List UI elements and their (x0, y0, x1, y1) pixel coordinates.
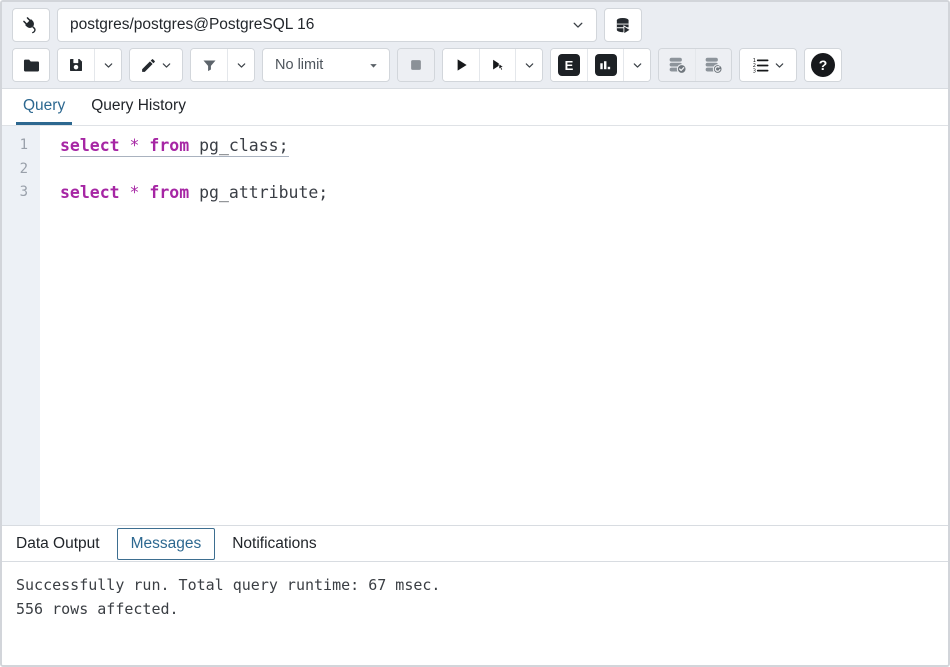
help-icon: ? (811, 53, 835, 77)
tab-messages[interactable]: Messages (117, 528, 216, 560)
cancel-query-button[interactable] (398, 49, 434, 81)
help-group: ? (804, 48, 842, 82)
row-limit-value: No limit (275, 57, 323, 73)
tab-query[interactable]: Query (16, 89, 72, 125)
help-button[interactable]: ? (805, 49, 841, 81)
execute-group (442, 48, 543, 82)
query-tool-header: postgres/postgres@PostgreSQL 16 (2, 2, 948, 89)
explain-group: E (550, 48, 651, 82)
filter-group (190, 48, 255, 82)
database-rollback-icon (703, 55, 724, 76)
query-tool-window: postgres/postgres@PostgreSQL 16 (0, 0, 950, 667)
execute-button[interactable] (443, 49, 479, 81)
execute-cursor-button[interactable] (479, 49, 515, 81)
save-group (57, 48, 122, 82)
rollback-button[interactable] (695, 49, 731, 81)
macros-button[interactable]: 1 2 3 (740, 49, 796, 81)
commit-button[interactable] (659, 49, 695, 81)
editor-tabbar: Query Query History (2, 89, 948, 126)
line-number-gutter: 1 2 3 (2, 126, 40, 525)
plug-icon (21, 15, 41, 35)
cancel-group (397, 48, 435, 82)
execute-options-dropdown[interactable] (515, 49, 542, 81)
play-icon (452, 56, 470, 74)
edit-menu-group (129, 48, 183, 82)
explain-button[interactable]: E (551, 49, 587, 81)
chevron-down-icon (524, 60, 535, 71)
line-number: 1 (2, 134, 28, 158)
toolbar: No limit (12, 48, 938, 82)
sql-editor[interactable]: 1 2 3 select * from pg_class; select * f… (2, 126, 948, 525)
macros-group: 1 2 3 (739, 48, 797, 82)
bar-chart-icon (595, 54, 617, 76)
dropdown-arrow-icon (367, 59, 380, 72)
code-area[interactable]: select * from pg_class; select * from pg… (40, 126, 328, 525)
chevron-down-icon (236, 60, 247, 71)
explain-icon: E (558, 54, 580, 76)
save-options-dropdown[interactable] (94, 49, 121, 81)
database-new-icon (614, 16, 633, 35)
line-number: 2 (2, 158, 28, 182)
code-line: select * from pg_attribute; (60, 181, 328, 205)
connection-status-button[interactable] (12, 8, 50, 42)
open-file-button[interactable] (13, 49, 49, 81)
tab-data-output[interactable]: Data Output (16, 529, 100, 559)
message-line: Successfully run. Total query runtime: 6… (16, 573, 948, 597)
transaction-group (658, 48, 732, 82)
chevron-down-icon (571, 18, 585, 32)
edit-menu-button[interactable] (130, 49, 182, 81)
save-icon (67, 56, 85, 74)
code-line: select * from pg_class; (60, 134, 328, 158)
explain-options-dropdown[interactable] (623, 49, 650, 81)
line-number: 3 (2, 181, 28, 205)
filter-button[interactable] (191, 49, 227, 81)
filter-options-dropdown[interactable] (227, 49, 254, 81)
query-text: select * from pg_attribute; (60, 183, 328, 202)
folder-icon (22, 56, 41, 75)
filter-icon (201, 57, 218, 74)
explain-analyze-button[interactable] (587, 49, 623, 81)
save-button[interactable] (58, 49, 94, 81)
chevron-down-icon (774, 60, 785, 71)
results-tabbar: Data Output Messages Notifications (2, 525, 948, 562)
code-line (60, 158, 328, 182)
numbered-list-icon: 1 2 3 (751, 56, 770, 75)
play-cursor-icon (489, 56, 507, 74)
stop-icon (407, 56, 425, 74)
svg-text:3: 3 (753, 68, 756, 74)
open-file-group (12, 48, 50, 82)
chevron-down-icon (632, 60, 643, 71)
tab-query-history[interactable]: Query History (84, 89, 193, 125)
database-commit-icon (667, 55, 688, 76)
connection-row: postgres/postgres@PostgreSQL 16 (12, 8, 938, 42)
messages-panel: Successfully run. Total query runtime: 6… (2, 562, 948, 665)
chevron-down-icon (103, 60, 114, 71)
message-line: 556 rows affected. (16, 597, 948, 621)
executed-query-text: select * from pg_class; (60, 136, 289, 157)
connection-select[interactable]: postgres/postgres@PostgreSQL 16 (57, 8, 597, 42)
chevron-down-icon (161, 60, 172, 71)
new-connection-button[interactable] (604, 8, 642, 42)
row-limit-select[interactable]: No limit (262, 48, 390, 82)
connection-select-value: postgres/postgres@PostgreSQL 16 (70, 16, 314, 34)
tab-notifications[interactable]: Notifications (232, 529, 316, 559)
pencil-icon (140, 57, 157, 74)
